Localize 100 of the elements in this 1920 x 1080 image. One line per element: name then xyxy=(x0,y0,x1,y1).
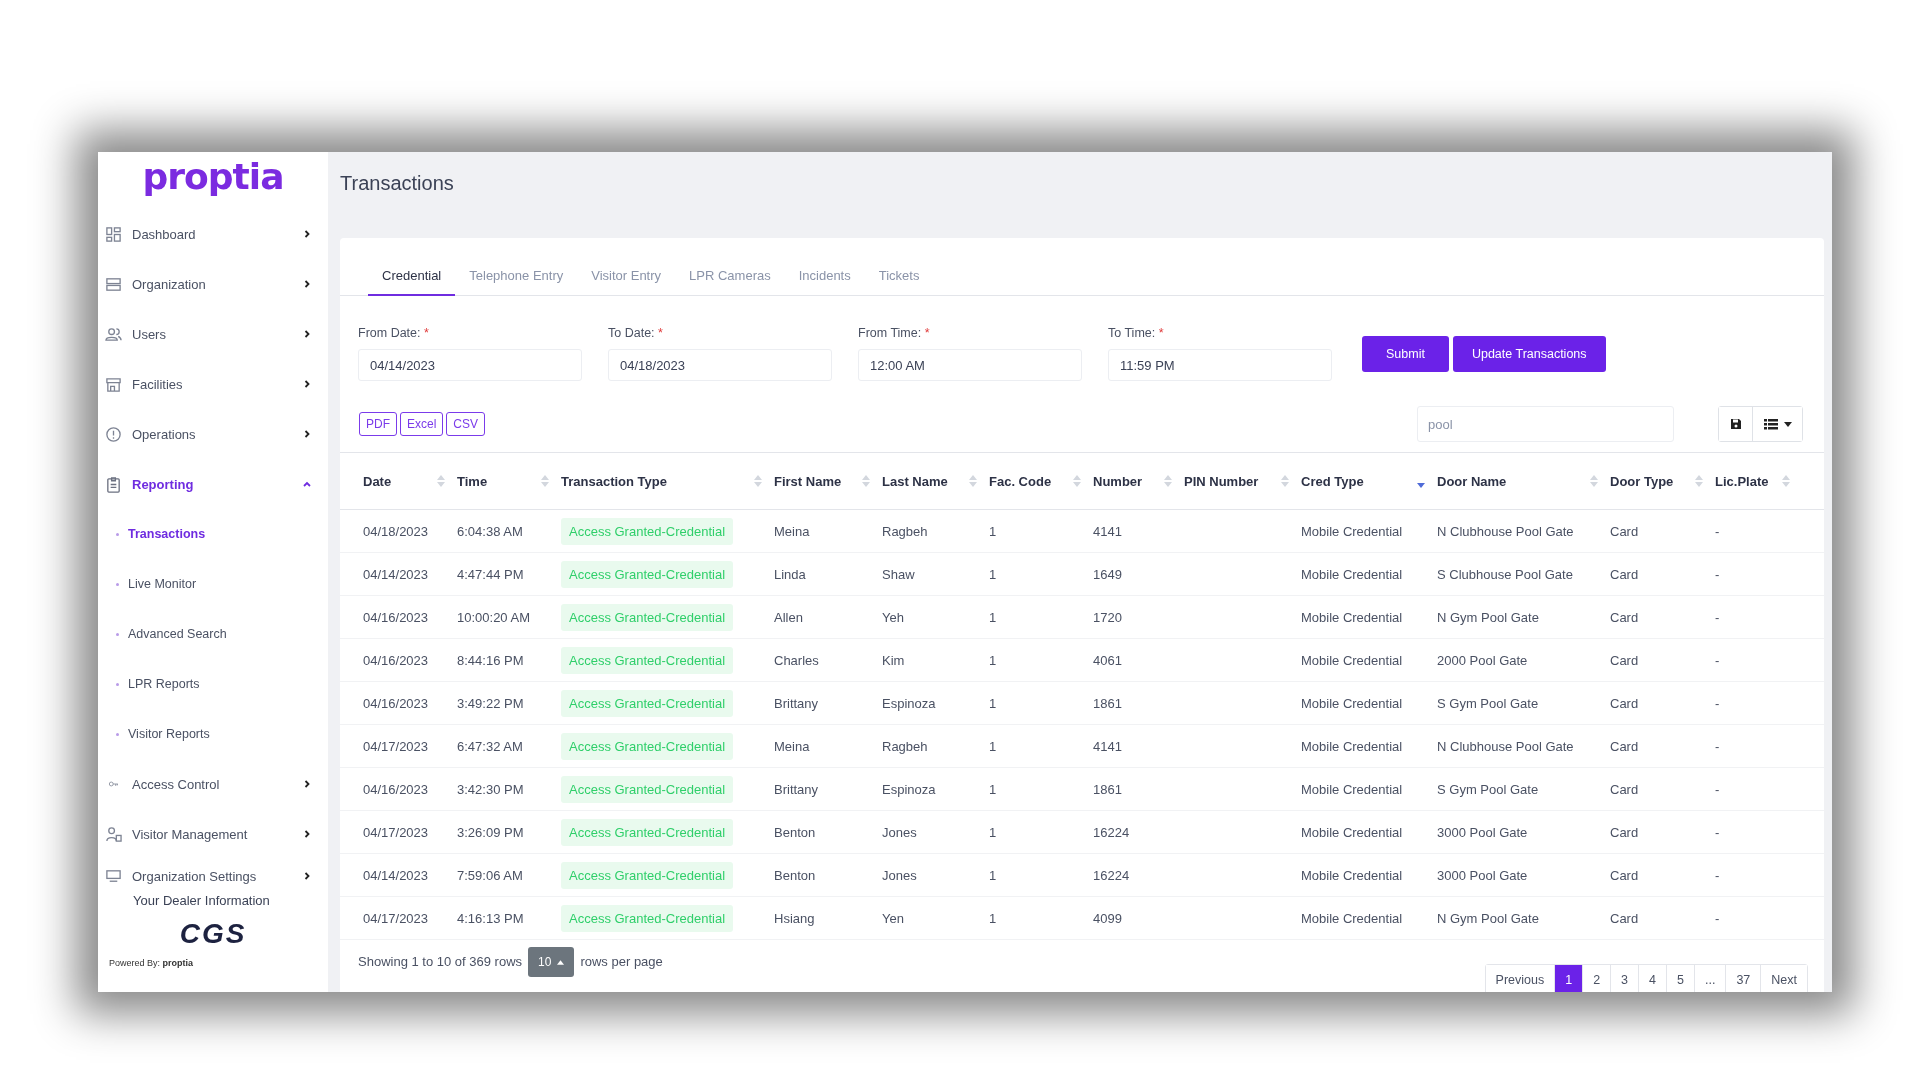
table-cell: 3:26:09 PM xyxy=(457,824,524,840)
table-cell: Mobile Credential xyxy=(1301,609,1403,625)
table-cell: Card xyxy=(1610,523,1639,539)
sort-icon xyxy=(969,475,977,487)
field-label: To Date: * xyxy=(608,326,664,340)
status-badge: Access Granted-Credential xyxy=(561,775,734,803)
caret-icon xyxy=(1783,421,1792,427)
nav-item[interactable]: Operations xyxy=(98,409,328,459)
table-cell: Ragbeh xyxy=(882,523,928,539)
nav-icon xyxy=(105,375,122,393)
table-cell: - xyxy=(1715,566,1720,582)
input-field[interactable]: 04/14/2023 xyxy=(358,349,582,381)
nav-item[interactable]: Dashboard xyxy=(98,209,328,259)
export-button[interactable]: PDF xyxy=(359,412,397,436)
column-header[interactable]: Cred Type xyxy=(1301,473,1437,489)
column-header[interactable]: Date xyxy=(363,473,457,489)
export-button[interactable]: CSV xyxy=(446,412,486,436)
table-cell: 16224 xyxy=(1093,824,1130,840)
column-header[interactable]: Number xyxy=(1093,473,1184,489)
table-cell: Espinoza xyxy=(882,695,936,711)
nav-item[interactable]: Organization Settings xyxy=(98,859,328,893)
nav-item[interactable]: Visitor Management xyxy=(98,809,328,859)
table-cell: 3:49:22 PM xyxy=(457,695,524,711)
chevron-icon xyxy=(302,871,312,881)
next-button[interactable]: Next xyxy=(1760,965,1807,992)
table-cell: 4141 xyxy=(1093,738,1122,754)
column-header[interactable]: Time xyxy=(457,473,561,489)
column-header[interactable]: Door Type xyxy=(1610,473,1715,489)
table-cell: S Clubhouse Pool Gate xyxy=(1437,566,1573,582)
input-field[interactable]: 11:59 PM xyxy=(1108,349,1332,381)
column-header[interactable]: Fac. Code xyxy=(989,473,1093,489)
nav-icon xyxy=(105,325,122,343)
table-cell: 04/18/2023 xyxy=(363,523,429,539)
table-cell: 1 xyxy=(989,867,997,883)
table-cell: 04/16/2023 xyxy=(363,609,429,625)
nav-item[interactable]: Reporting xyxy=(98,459,328,509)
sort-icon xyxy=(437,475,445,487)
chevron-icon xyxy=(302,229,312,239)
page-size-dropdown[interactable]: 10 xyxy=(528,947,575,977)
table-cell: Charles xyxy=(774,652,819,668)
table-cell: Jones xyxy=(882,867,917,883)
columns-button[interactable] xyxy=(1752,407,1802,441)
tab[interactable]: Credential xyxy=(368,256,456,296)
column-header[interactable]: First Name xyxy=(774,473,882,489)
column-header[interactable]: Last Name xyxy=(882,473,989,489)
table-cell: Card xyxy=(1610,824,1639,840)
input-field[interactable]: 12:00 AM xyxy=(858,349,1082,381)
table-cell: 1861 xyxy=(1093,781,1122,797)
table-cell: Card xyxy=(1610,781,1639,797)
nav-item[interactable]: Facilities xyxy=(98,359,328,409)
column-header[interactable]: Transaction Type xyxy=(561,473,774,489)
input-field[interactable]: 04/18/2023 xyxy=(608,349,832,381)
field-label: To Time: * xyxy=(1108,326,1165,340)
table-cell: N Clubhouse Pool Gate xyxy=(1437,523,1574,539)
status-badge: Access Granted-Credential xyxy=(561,818,734,846)
table-cell: Espinoza xyxy=(882,781,936,797)
table-cell: N Clubhouse Pool Gate xyxy=(1437,738,1574,754)
status-badge: Access Granted-Credential xyxy=(561,517,734,545)
table-cell: 1861 xyxy=(1093,695,1122,711)
table-cell: Ragbeh xyxy=(882,738,928,754)
save-icon xyxy=(1729,418,1742,430)
action-button[interactable]: Update Transactions xyxy=(1452,336,1606,372)
nav-subitem[interactable]: Transactions xyxy=(98,509,328,559)
table-cell: N Gym Pool Gate xyxy=(1437,609,1539,625)
table-cell: 04/14/2023 xyxy=(363,566,429,582)
field-label: From Date: * xyxy=(358,326,430,340)
table-cell: 04/14/2023 xyxy=(363,867,429,883)
nav-item[interactable]: Organization xyxy=(98,259,328,309)
table-cell: 1 xyxy=(989,609,997,625)
rows-summary: Showing 1 to 10 of 369 rows xyxy=(358,953,523,971)
table-cell: - xyxy=(1715,781,1720,797)
nav-subitem[interactable]: Visitor Reports xyxy=(98,709,328,759)
field-label: From Time: * xyxy=(858,326,931,340)
column-header[interactable]: PIN Number xyxy=(1184,473,1301,489)
nav-subitem[interactable]: Live Monitor xyxy=(98,559,328,609)
nav-item[interactable]: Users xyxy=(98,309,328,359)
table-cell: 4141 xyxy=(1093,523,1122,539)
nav-subitem[interactable]: Advanced Search xyxy=(98,609,328,659)
table-cell: 04/16/2023 xyxy=(363,652,429,668)
table-cell: 3000 Pool Gate xyxy=(1437,867,1528,883)
nav-item[interactable]: Access Control xyxy=(98,759,328,809)
table-cell: 8:44:16 PM xyxy=(457,652,524,668)
table-cell: Card xyxy=(1610,910,1639,926)
table-cell: Card xyxy=(1610,867,1639,883)
table-cell: 1649 xyxy=(1093,566,1122,582)
sort-icon xyxy=(1695,475,1703,487)
chevron-icon xyxy=(302,329,312,339)
page-title: Transactions xyxy=(340,172,454,195)
brand-logo: proptia xyxy=(142,156,284,197)
nav-subitem[interactable]: LPR Reports xyxy=(98,659,328,709)
nav-icon xyxy=(105,867,122,885)
powered-by-text: Powered By: proptia xyxy=(109,958,195,968)
action-button[interactable]: Submit xyxy=(1362,336,1449,372)
table-cell: - xyxy=(1715,523,1720,539)
table-cell: Meina xyxy=(774,738,810,754)
table-cell: Mobile Credential xyxy=(1301,781,1403,797)
page-button[interactable]: 1 xyxy=(1554,965,1583,992)
export-button[interactable]: Excel xyxy=(400,412,444,436)
column-header[interactable]: Door Name xyxy=(1437,473,1610,489)
column-header[interactable]: Lic.Plate xyxy=(1715,473,1802,489)
